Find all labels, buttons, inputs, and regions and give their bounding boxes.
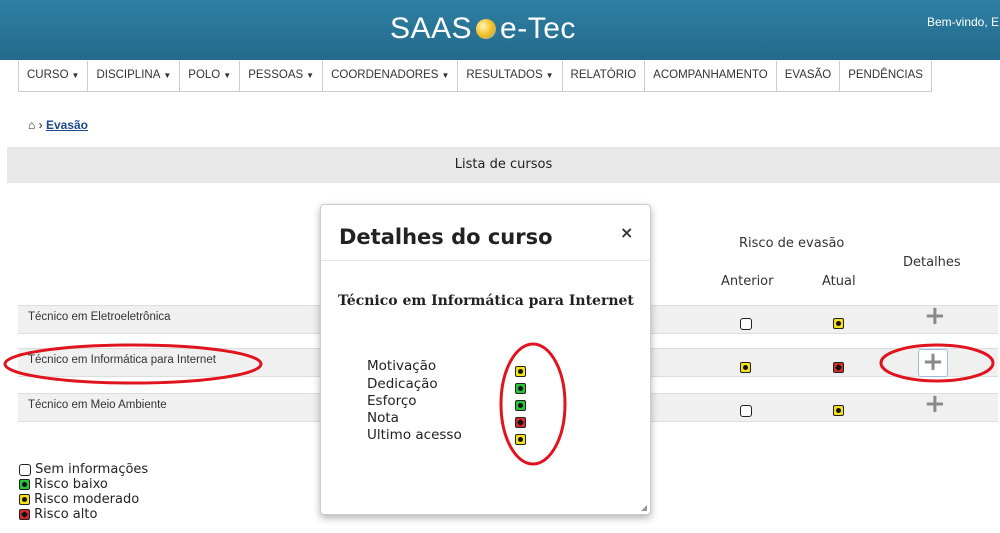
annotation-ellipse-row (3, 343, 263, 385)
annotation-overlay (3, 342, 995, 466)
annotation-ellipse-metrics (499, 342, 567, 466)
annotation-ellipse-details (879, 343, 995, 383)
